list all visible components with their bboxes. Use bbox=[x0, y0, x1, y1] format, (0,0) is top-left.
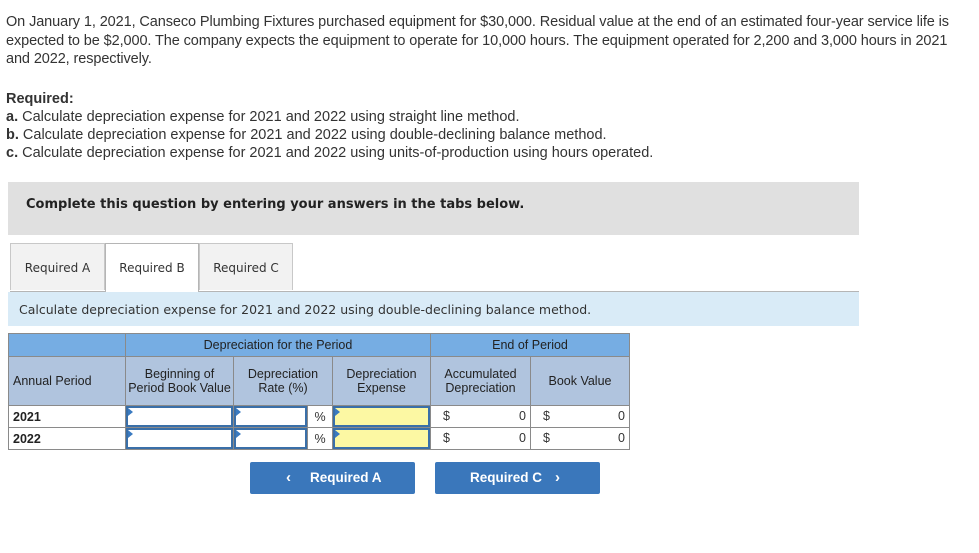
header-blank bbox=[8, 333, 126, 357]
input-flag-icon bbox=[335, 408, 340, 416]
currency-symbol: $ bbox=[443, 431, 450, 445]
header-depreciation-for-period: Depreciation for the Period bbox=[125, 333, 431, 357]
col-annual-period: Annual Period bbox=[8, 356, 126, 406]
depreciation-rate-input[interactable] bbox=[233, 405, 308, 428]
requirement-letter: a. bbox=[6, 109, 19, 125]
row-year: 2022 bbox=[8, 427, 126, 450]
requirement-letter: b. bbox=[6, 127, 19, 143]
instruction-banner: Complete this question by entering your … bbox=[8, 182, 859, 235]
tab-label: Required C bbox=[213, 261, 279, 275]
currency-symbol: $ bbox=[443, 409, 450, 423]
tab-required-b[interactable]: Required B bbox=[105, 243, 199, 292]
table-row: 2021 % $0 $0 bbox=[8, 405, 630, 428]
col-beginning-book-value: Beginning of Period Book Value bbox=[125, 356, 234, 406]
banner-text: Complete this question by entering your … bbox=[26, 197, 525, 212]
chevron-right-icon: › bbox=[555, 469, 560, 486]
col-depreciation-rate: Depreciation Rate (%) bbox=[233, 356, 333, 406]
input-flag-icon bbox=[335, 430, 340, 438]
next-button-label: Required C bbox=[470, 470, 543, 485]
prev-button-label: Required A bbox=[310, 470, 382, 485]
requirement-a: a. Calculate depreciation expense for 20… bbox=[6, 108, 653, 126]
tab-bar: Required A Required B Required C bbox=[10, 243, 859, 292]
col-depreciation-expense: Depreciation Expense bbox=[332, 356, 431, 406]
accumulated-depreciation-value: $0 bbox=[430, 405, 531, 428]
depreciation-rate-input[interactable] bbox=[233, 427, 308, 450]
amount: 0 bbox=[618, 431, 625, 445]
input-flag-icon bbox=[236, 430, 241, 438]
depreciation-expense-input[interactable] bbox=[332, 427, 431, 450]
input-flag-icon bbox=[128, 430, 133, 438]
book-value: $0 bbox=[530, 427, 630, 450]
amount: 0 bbox=[519, 409, 526, 423]
amount: 0 bbox=[519, 431, 526, 445]
col-book-value: Book Value bbox=[530, 356, 630, 406]
tab-required-c[interactable]: Required C bbox=[199, 243, 293, 290]
book-value: $0 bbox=[530, 405, 630, 428]
chevron-left-icon: ‹ bbox=[286, 469, 291, 486]
prev-required-a-button[interactable]: ‹ Required A bbox=[250, 462, 415, 494]
currency-symbol: $ bbox=[543, 431, 550, 445]
accumulated-depreciation-value: $0 bbox=[430, 427, 531, 450]
requirement-c: c. Calculate depreciation expense for 20… bbox=[6, 144, 653, 162]
beginning-book-value-input[interactable] bbox=[125, 405, 234, 428]
input-flag-icon bbox=[236, 408, 241, 416]
requirement-text: Calculate depreciation expense for 2021 … bbox=[18, 145, 654, 161]
beginning-book-value-input[interactable] bbox=[125, 427, 234, 450]
row-year: 2021 bbox=[8, 405, 126, 428]
instruction-text: Calculate depreciation expense for 2021 … bbox=[19, 302, 592, 317]
depreciation-table: Depreciation for the Period End of Perio… bbox=[8, 333, 630, 450]
header-end-of-period: End of Period bbox=[430, 333, 630, 357]
tab-instruction: Calculate depreciation expense for 2021 … bbox=[8, 292, 859, 326]
tab-label: Required A bbox=[24, 261, 91, 275]
tab-required-a[interactable]: Required A bbox=[10, 243, 105, 290]
requirements-block: Required: a. Calculate depreciation expe… bbox=[6, 90, 653, 162]
tab-label: Required B bbox=[119, 261, 185, 275]
percent-sign: % bbox=[307, 427, 333, 450]
requirement-b: b. Calculate depreciation expense for 20… bbox=[6, 126, 653, 144]
col-accumulated-depreciation: Accumulated Depreciation bbox=[430, 356, 531, 406]
problem-intro: On January 1, 2021, Canseco Plumbing Fix… bbox=[6, 14, 949, 67]
next-required-c-button[interactable]: Required C › bbox=[435, 462, 600, 494]
requirement-text: Calculate depreciation expense for 2021 … bbox=[18, 109, 520, 125]
input-flag-icon bbox=[128, 408, 133, 416]
requirement-text: Calculate depreciation expense for 2021 … bbox=[18, 127, 607, 143]
requirement-letter: c. bbox=[6, 145, 19, 161]
depreciation-expense-input[interactable] bbox=[332, 405, 431, 428]
required-title: Required: bbox=[6, 91, 74, 107]
table-row: 2022 % $0 $0 bbox=[8, 427, 630, 450]
amount: 0 bbox=[618, 409, 625, 423]
currency-symbol: $ bbox=[543, 409, 550, 423]
percent-sign: % bbox=[307, 405, 333, 428]
